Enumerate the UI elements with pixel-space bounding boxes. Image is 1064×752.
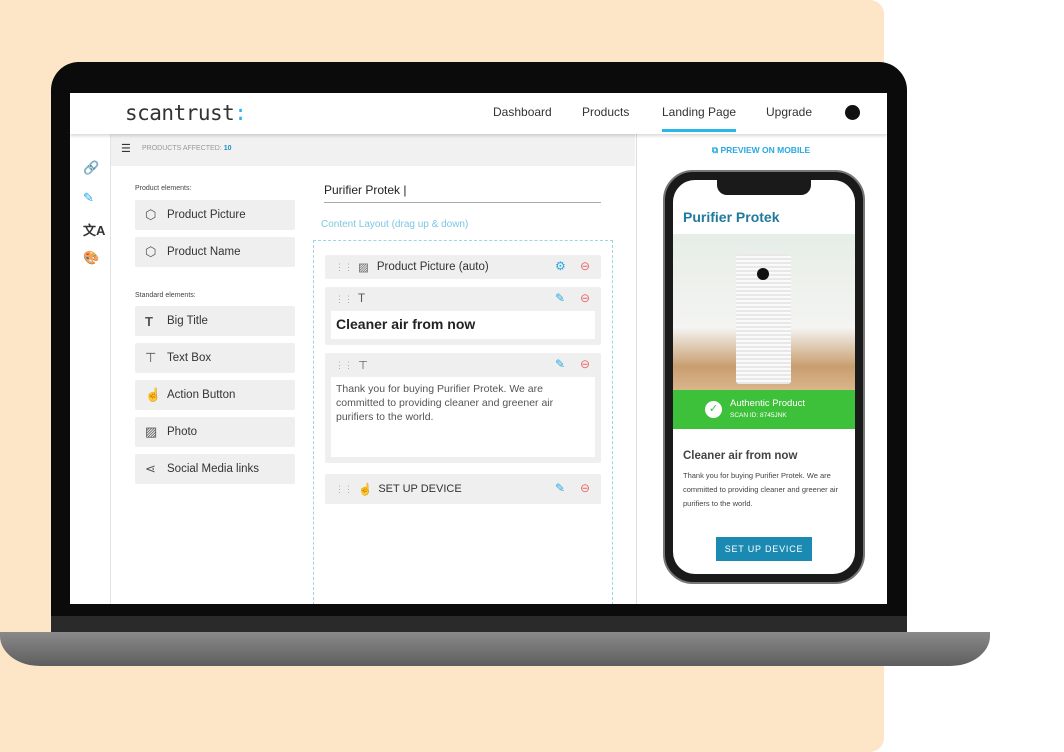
element-label: Action Button [167,389,236,401]
account-icon[interactable] [845,105,860,120]
block-label: Product Picture (auto) [376,261,489,273]
phone-mockup: Purifier Protek ✓ Authentic Product SCAN… [663,170,865,584]
element-big-title[interactable]: T Big Title [135,306,295,336]
element-label: Big Title [167,315,208,327]
element-photo[interactable]: ▨ Photo [135,417,295,447]
pointer-icon: ☝ [358,484,373,496]
element-product-name[interactable]: ⬡ Product Name [135,237,295,267]
authentic-banner: ✓ Authentic Product SCAN ID: 8745JNK [673,390,855,429]
laptop-hinge [51,616,907,632]
toolbar: ☰ PRODUCTS AFFECTED: 10 [111,134,635,166]
product-elements-label: Product elements: [135,185,192,192]
header: scantrust: Dashboard Products Landing Pa… [70,93,887,134]
title-icon: T [145,313,153,329]
preview-title: Purifier Protek [683,209,780,225]
products-affected: PRODUCTS AFFECTED: 10 [142,145,232,152]
app-screen: scantrust: Dashboard Products Landing Pa… [70,93,887,604]
logo[interactable]: scantrust: [125,101,247,125]
remove-icon[interactable]: ⊖ [580,357,590,371]
nav-dashboard[interactable]: Dashboard [493,105,552,119]
remove-icon[interactable]: ⊖ [580,291,590,305]
product-image [673,234,855,390]
element-action-button[interactable]: ☝ Action Button [135,380,295,410]
preview-body: Thank you for buying Purifier Protek. We… [683,471,839,508]
icon-rail: 🔗 ✎ 文A 🎨 [70,134,111,604]
edit-icon[interactable]: ✎ [555,357,565,371]
edit-icon[interactable]: ✎ [555,481,565,495]
check-icon: ✓ [705,401,722,418]
share-icon: ⋖ [145,461,156,476]
element-label: Social Media links [167,463,260,475]
preview-on-mobile-link[interactable]: ⧉ PREVIEW ON MOBILE [712,145,810,156]
palette-icon[interactable]: 🎨 [83,250,99,266]
drag-handle-icon[interactable]: ⋮⋮ [335,262,353,273]
air-purifier-image [736,254,791,384]
box-icon: ⬡ [145,244,157,259]
element-label: Photo [167,426,198,438]
element-label: Product Name [167,246,241,258]
title-icon: T [358,293,366,305]
drag-handle-icon[interactable]: ⋮⋮ [335,484,353,495]
magic-wand-icon[interactable]: ✎ [83,190,94,206]
element-label: Product Picture [167,209,246,221]
element-social-media-links[interactable]: ⋖ Social Media links [135,454,295,484]
content-layout-label: Content Layout (drag up & down) [321,219,469,230]
set-up-device-button[interactable]: SET UP DEVICE [716,537,812,561]
translate-icon[interactable]: 文A [83,220,105,239]
block-label: SET UP DEVICE [378,483,462,495]
phone-notch [717,180,811,195]
remove-icon[interactable]: ⊖ [580,259,590,273]
preview-panel: ⧉ PREVIEW ON MOBILE Purifier Protek ✓ Au… [636,134,887,604]
edit-icon[interactable]: ✎ [555,291,565,305]
authentic-title: Authentic Product [730,398,805,409]
layout-block-product-picture[interactable]: ⋮⋮ ▨ Product Picture (auto) ⚙ ⊖ [325,255,601,279]
settings-icon[interactable]: ⚙ [555,259,566,273]
photo-icon: ▨ [358,262,369,274]
textbox-icon: ⊤ [358,360,369,372]
element-text-box[interactable]: ⊤ Text Box [135,343,295,373]
collapse-menu-icon[interactable]: ☰ [121,142,131,155]
nav-products[interactable]: Products [582,105,629,119]
scan-id: SCAN ID: 8745JNK [730,412,787,419]
layout-block-text-box[interactable]: ⋮⋮ ⊤ ✎ ⊖ Thank you for buying Purifier Pr… [325,353,601,463]
element-label: Text Box [167,352,212,364]
big-title-content[interactable]: Cleaner air from now [331,311,595,339]
photo-icon: ▨ [145,424,158,439]
layout-block-action-button[interactable]: ⋮⋮ ☝ SET UP DEVICE ✎ ⊖ [325,474,601,504]
standard-elements-label: Standard elements: [135,292,196,299]
remove-icon[interactable]: ⊖ [580,481,590,495]
element-product-picture[interactable]: ⬡ Product Picture [135,200,295,230]
textbox-icon: ⊤ [145,350,157,365]
layout-block-big-title[interactable]: ⋮⋮ T ✎ ⊖ Cleaner air from now [325,287,601,345]
box-icon: ⬡ [145,207,157,222]
link-icon[interactable]: 🔗 [83,160,99,176]
text-box-content[interactable]: Thank you for buying Purifier Protek. We… [331,377,595,457]
title-input[interactable]: Purifier Protek | [324,183,601,203]
laptop-base [0,632,990,666]
drag-handle-icon[interactable]: ⋮⋮ [335,294,353,305]
phone-screen: Purifier Protek ✓ Authentic Product SCAN… [673,180,855,574]
nav-landing-page[interactable]: Landing Page [662,105,737,132]
drag-handle-icon[interactable]: ⋮⋮ [335,360,353,371]
pointer-icon: ☝ [145,387,162,402]
nav-upgrade[interactable]: Upgrade [766,105,812,119]
preview-heading: Cleaner air from now [683,450,798,462]
